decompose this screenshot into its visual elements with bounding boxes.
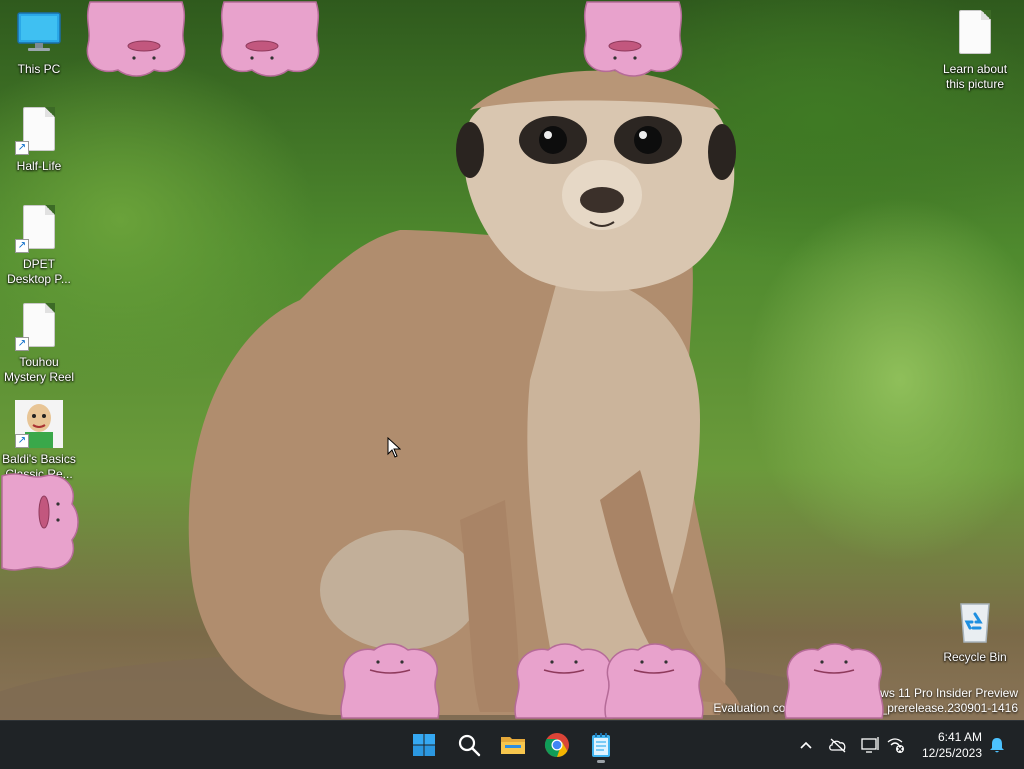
network-disconnected-icon	[887, 738, 904, 753]
wallpaper-meerkat	[0, 70, 880, 720]
taskbar-file-explorer-button[interactable]	[495, 727, 531, 763]
chrome-icon	[544, 733, 569, 758]
notepad-icon	[592, 733, 610, 757]
desktop-icon-half-life[interactable]: ↗ Half-Life	[1, 107, 77, 174]
desktop-icon-label: Recycle Bin	[943, 650, 1007, 664]
ditto-pet[interactable]	[338, 642, 442, 720]
chevron-up-icon	[800, 741, 812, 749]
file-shortcut-icon: ↗	[15, 303, 63, 351]
tray-network[interactable]	[884, 733, 908, 757]
tray-clock[interactable]: 6:41 AM 12/25/2023	[922, 729, 982, 761]
ditto-pet[interactable]	[84, 0, 188, 78]
file-shortcut-icon: ↗	[15, 205, 63, 253]
ditto-pet[interactable]	[512, 642, 616, 720]
desktop-icon-label: Learn about this picture	[942, 62, 1008, 91]
desktop-icon-label: Touhou Mystery Reel	[3, 355, 74, 384]
notification-bell-icon	[990, 738, 1004, 753]
running-indicator	[597, 760, 605, 763]
taskbar-search-button[interactable]	[451, 727, 487, 763]
windows-start-icon	[413, 734, 435, 756]
taskbar-start-button[interactable]	[406, 727, 442, 763]
desktop-icon-dpet[interactable]: ↗ DPET Desktop P...	[1, 205, 77, 287]
shortcut-arrow-icon: ↗	[15, 239, 29, 253]
clock-time: 6:41 AM	[937, 730, 982, 744]
shortcut-arrow-icon: ↗	[15, 337, 29, 351]
search-icon	[458, 734, 481, 757]
ditto-pet[interactable]	[602, 642, 706, 720]
desktop-icon-touhou[interactable]: ↗ Touhou Mystery Reel	[1, 303, 77, 385]
desktop-icon-label: This PC	[17, 62, 61, 76]
desktop-icon-learn-about-picture[interactable]: Learn about this picture	[937, 10, 1013, 92]
mouse-cursor-icon	[387, 437, 401, 458]
tray-onedrive[interactable]	[826, 733, 850, 757]
folder-icon	[501, 737, 525, 754]
shortcut-arrow-icon: ↗	[15, 434, 29, 448]
desktop-icon-this-pc[interactable]: This PC	[1, 10, 77, 77]
file-icon	[951, 10, 999, 58]
taskbar-notepad-button[interactable]	[583, 727, 619, 763]
display-icon	[861, 737, 879, 753]
desktop-icon-recycle-bin[interactable]: Recycle Bin	[937, 598, 1013, 665]
ditto-pet[interactable]	[218, 0, 322, 78]
monitor-icon	[15, 10, 63, 58]
ditto-pet[interactable]	[0, 470, 80, 574]
tray-notifications[interactable]	[985, 733, 1009, 757]
ditto-pet[interactable]	[782, 642, 886, 720]
taskbar-chrome-button[interactable]	[539, 727, 575, 763]
recycle-bin-icon	[951, 598, 999, 646]
clock-date: 12/25/2023	[921, 746, 982, 760]
onedrive-offline-icon	[829, 738, 846, 753]
desktop-icon-label: DPET Desktop P...	[7, 257, 71, 286]
desktop[interactable]: This PC ↗ Half-Life ↗ DPET Desktop P... …	[0, 0, 1024, 720]
baldi-shortcut-icon: ↗	[15, 400, 63, 448]
file-shortcut-icon: ↗	[15, 107, 63, 155]
taskbar: 6:41 AM 12/25/2023	[0, 720, 1024, 769]
tray-show-hidden-icons[interactable]	[794, 733, 818, 757]
ditto-pet[interactable]	[581, 0, 685, 78]
desktop-icon-label: Half-Life	[16, 159, 62, 173]
tray-display[interactable]	[858, 733, 882, 757]
shortcut-arrow-icon: ↗	[15, 141, 29, 155]
